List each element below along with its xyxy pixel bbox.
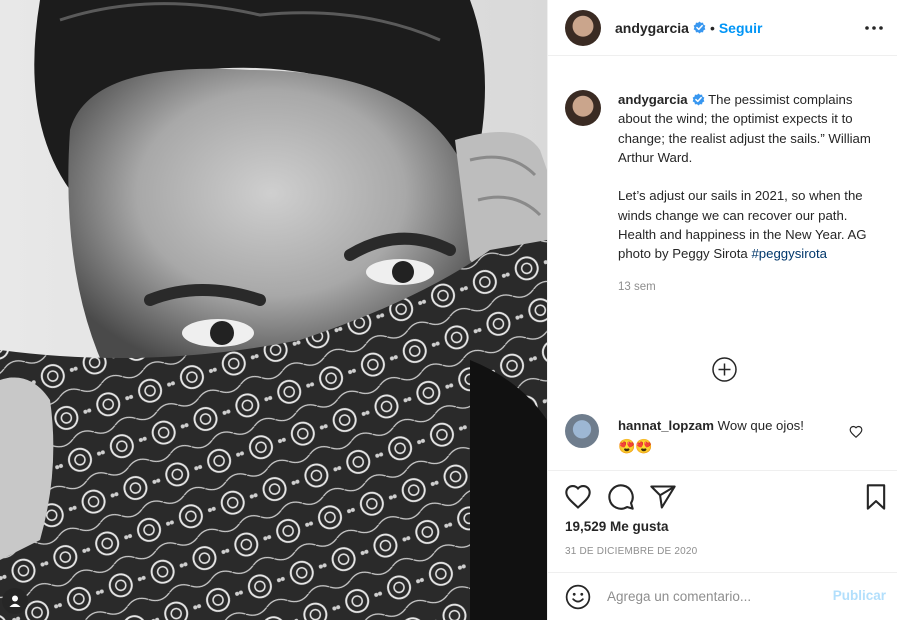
plus-circle-icon[interactable] (711, 356, 738, 383)
tagged-users-button[interactable] (2, 588, 28, 614)
more-options-icon (865, 26, 883, 30)
comment-item: hannat_lopzam Wow que ojos! 😍😍 (565, 414, 885, 457)
comment-emojis: 😍😍 (618, 438, 653, 455)
hashtag-link[interactable]: #peggysirota (751, 246, 827, 261)
post-photo-image (0, 0, 547, 620)
post-photo[interactable] (0, 0, 547, 620)
avatar[interactable] (565, 9, 601, 46)
post-side-panel: andygarcia • Seguir andygarcia The pessi… (547, 0, 897, 620)
share-icon[interactable] (649, 483, 677, 511)
post-actions: 19,529 Me gusta 31 DE DICIEMBRE DE 2020 (548, 470, 897, 566)
caption-text: andygarcia The pessimist complains about… (618, 90, 880, 297)
verified-badge-icon (692, 93, 704, 106)
caption-username[interactable]: andygarcia (618, 92, 688, 107)
caption-body: The pessimist complains about the wind; … (618, 92, 871, 262)
header-username[interactable]: andygarcia (615, 20, 689, 36)
avatar[interactable] (565, 414, 599, 448)
avatar[interactable] (565, 90, 601, 126)
add-comment-bar: Publicar (548, 572, 897, 620)
comment-like-icon[interactable] (849, 425, 863, 439)
post-date[interactable]: 31 DE DICIEMBRE DE 2020 (565, 546, 697, 557)
comment-input[interactable] (607, 589, 822, 604)
verified-badge-icon (693, 21, 706, 34)
comment-icon[interactable] (607, 483, 635, 511)
post-caption: andygarcia The pessimist complains about… (565, 90, 885, 297)
more-options-button[interactable] (862, 16, 886, 40)
comment-username[interactable]: hannat_lopzam (618, 418, 714, 433)
smiley-icon[interactable] (565, 584, 591, 610)
publish-button[interactable]: Publicar (833, 588, 886, 603)
follow-button[interactable]: Seguir (719, 20, 763, 36)
heart-icon[interactable] (564, 483, 592, 511)
post-header: andygarcia • Seguir (548, 0, 897, 56)
bookmark-icon[interactable] (862, 483, 890, 511)
user-tag-icon (9, 595, 21, 607)
header-separator: • (709, 19, 715, 36)
comment-body: Wow que ojos! (714, 418, 804, 433)
comment-text: hannat_lopzam Wow que ojos! 😍😍 (618, 416, 804, 457)
likes-count[interactable]: 19,529 Me gusta (565, 519, 669, 534)
caption-timestamp[interactable]: 13 sem (618, 278, 880, 297)
